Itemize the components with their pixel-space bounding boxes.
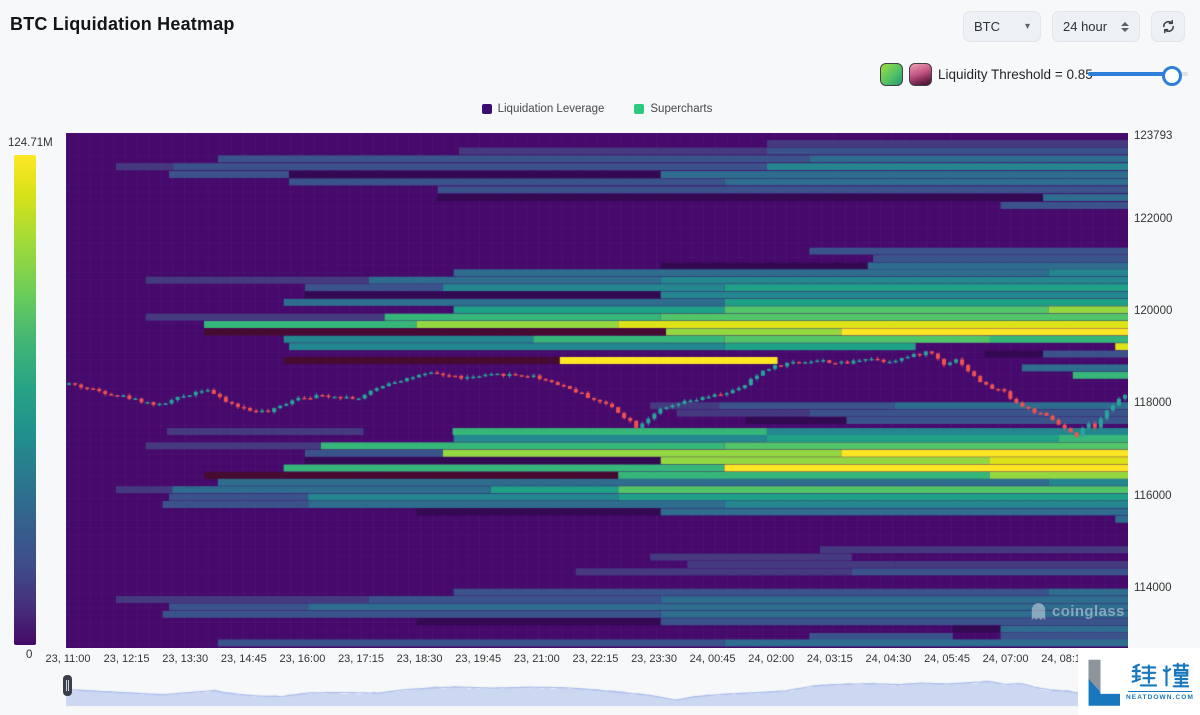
legend-item-liquidation-leverage[interactable]: Liquidation Leverage xyxy=(481,103,605,115)
liquidity-threshold-label: Liquidity Threshold = 0.85 xyxy=(938,67,1093,82)
legend-swatch-green xyxy=(634,104,645,114)
logo-subtext: NEATDOWN.COM xyxy=(1126,694,1194,701)
heatmap-canvas[interactable] xyxy=(66,133,1128,648)
colormap-swatch-pink[interactable] xyxy=(909,63,932,86)
price-tick-label: 116000 xyxy=(1134,489,1172,502)
chart-legend: Liquidation Leverage Supercharts xyxy=(66,103,1128,115)
legend-swatch-purple xyxy=(481,104,492,114)
time-tick-label: 24, 02:00 xyxy=(748,653,795,665)
time-tick-label: 24, 07:00 xyxy=(982,653,1029,665)
legend-label: Liquidation Leverage xyxy=(497,103,605,115)
time-tick-label: 24, 03:15 xyxy=(806,653,853,665)
page-title: BTC Liquidation Heatmap xyxy=(10,14,235,34)
colorbar-max-label: 124.71M xyxy=(8,137,53,149)
slider-handle[interactable] xyxy=(1162,66,1182,86)
time-tick-label: 23, 12:15 xyxy=(103,653,150,665)
logo-l-icon xyxy=(1086,657,1120,707)
refresh-button[interactable] xyxy=(1151,11,1185,42)
time-tick-label: 23, 17:15 xyxy=(338,653,384,665)
time-tick-label: 23, 21:00 xyxy=(513,653,560,665)
logo-cjk-glyphs xyxy=(1130,662,1190,689)
refresh-icon xyxy=(1161,19,1176,34)
colormap-swatch-green[interactable] xyxy=(880,63,903,86)
price-tick-label: 120000 xyxy=(1134,305,1173,318)
navigator-canvas[interactable] xyxy=(66,672,1200,714)
time-tick-label: 23, 19:45 xyxy=(455,653,502,665)
colorbar xyxy=(14,155,36,645)
price-tick-label: 118000 xyxy=(1134,397,1172,410)
watermark-text: coinglass xyxy=(1052,603,1125,620)
price-tick-label: 114000 xyxy=(1134,582,1172,595)
liquidation-heatmap-app: BTC Liquidation Heatmap BTC ▾ 24 hour Li… xyxy=(0,0,1200,715)
time-tick-label: 23, 22:15 xyxy=(572,653,619,665)
coinglass-watermark: coinglass xyxy=(1030,602,1125,621)
symbol-select[interactable]: BTC ▾ xyxy=(963,11,1041,42)
liquidity-threshold-slider[interactable] xyxy=(1088,66,1188,86)
time-tick-label: 23, 11:00 xyxy=(45,653,91,665)
logo-divider xyxy=(1127,691,1192,692)
colorbar-min-label: 0 xyxy=(26,649,33,661)
time-tick-label: 23, 14:45 xyxy=(220,653,267,665)
symbol-select-value: BTC xyxy=(974,19,1000,34)
legend-label: Supercharts xyxy=(650,103,713,115)
interval-select-value: 24 hour xyxy=(1063,19,1108,34)
time-tick-label: 23, 16:00 xyxy=(279,653,326,665)
ghost-icon xyxy=(1030,602,1047,621)
navigator-left-handle[interactable] xyxy=(63,675,72,696)
interval-select[interactable]: 24 hour xyxy=(1052,11,1140,42)
chevron-down-icon: ▾ xyxy=(1024,21,1030,32)
price-tick-label: 123793 xyxy=(1134,130,1173,143)
time-tick-label: 24, 05:45 xyxy=(924,653,970,665)
time-tick-label: 23, 13:30 xyxy=(162,653,209,665)
time-tick-label: 23, 23:30 xyxy=(631,653,677,665)
neatdown-logo: NEATDOWN.COM xyxy=(1078,648,1200,715)
time-tick-label: 24, 04:30 xyxy=(865,653,912,665)
price-tick-label: 122000 xyxy=(1134,212,1173,225)
stepper-icon xyxy=(1121,21,1129,32)
time-tick-label: 24, 00:45 xyxy=(689,653,736,665)
time-tick-label: 23, 18:30 xyxy=(396,653,443,665)
legend-item-supercharts[interactable]: Supercharts xyxy=(634,103,712,115)
